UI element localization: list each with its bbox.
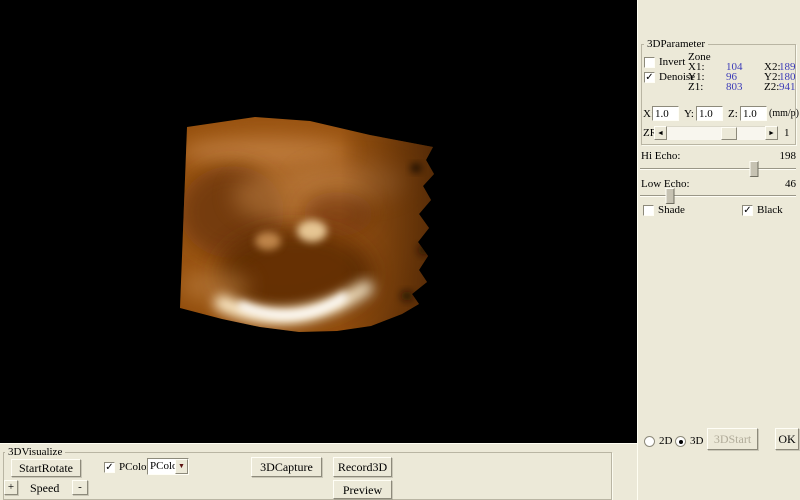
low-echo-track[interactable] (640, 195, 796, 197)
scroll-right-icon[interactable]: ► (765, 126, 778, 140)
scale-x-input[interactable] (652, 106, 679, 121)
start3d-button[interactable]: 3DStart (707, 428, 758, 450)
preview-button[interactable]: Preview (333, 480, 392, 499)
zrate-track[interactable] (667, 126, 765, 140)
pcolor-dropdown-value: PColor (150, 460, 175, 472)
3d-viewport[interactable] (0, 0, 637, 443)
ok-button[interactable]: OK (775, 428, 799, 450)
speed-plus-button[interactable]: + (4, 480, 18, 495)
visualize-group-title: 3DVisualize (5, 446, 66, 458)
invert-checkbox (644, 56, 655, 68)
black-checkbox: ✓ (742, 204, 753, 216)
hi-echo-slider[interactable] (640, 161, 796, 177)
zrate-thumb[interactable] (720, 127, 737, 140)
zone-z2-value: 941 (779, 81, 796, 93)
zrate-value: 1 (784, 127, 790, 139)
speed-label: Speed (30, 481, 60, 495)
mode-3d-label: 3D (690, 435, 704, 447)
parameter-group-title: 3DParameter (644, 38, 709, 50)
start-rotate-button[interactable]: StartRotate (11, 459, 81, 477)
denoise-checkbox: ✓ (644, 71, 655, 83)
pcolor-dropdown[interactable]: PColor ▼ (147, 458, 189, 475)
dropdown-arrow-icon[interactable]: ▼ (175, 459, 188, 474)
radio-3d (675, 435, 686, 447)
scale-z-label: Z: (728, 108, 738, 120)
scale-y-input[interactable] (696, 106, 723, 121)
zrate-scrollbar[interactable]: ◄ ► (654, 126, 778, 140)
radio-3d-dot (679, 439, 683, 444)
invert-checkbox-row[interactable]: Invert (644, 56, 685, 68)
pcolor-label: PColor (119, 461, 151, 473)
zone-z2-label: Z2: (764, 81, 780, 93)
invert-label: Invert (659, 56, 686, 68)
hi-echo-track[interactable] (640, 168, 796, 170)
scale-y-label: Y: (684, 108, 694, 120)
speed-minus-button[interactable]: - (72, 480, 88, 495)
app-window: 3DParameter Invert ✓ Denoise Zone X1: 10… (0, 0, 800, 500)
black-label: Black (757, 204, 783, 216)
capture-3d-button[interactable]: 3DCapture (251, 457, 322, 477)
record-3d-button[interactable]: Record3D (333, 457, 392, 477)
hi-echo-thumb[interactable] (749, 161, 759, 177)
visualize-panel: 3DVisualize StartRotate + Speed - ✓ PCol… (0, 443, 637, 500)
parameter-panel: 3DParameter Invert ✓ Denoise Zone X1: 10… (637, 0, 800, 500)
radio-2d (644, 435, 655, 447)
shade-checkbox (643, 204, 654, 216)
mode-2d-radio[interactable]: 2D (644, 435, 672, 447)
mode-3d-radio[interactable]: 3D (675, 435, 703, 447)
shade-checkbox-row[interactable]: Shade (643, 204, 685, 216)
zone-z1-value: 803 (726, 81, 743, 93)
shade-label: Shade (658, 204, 685, 216)
scale-z-input[interactable] (740, 106, 767, 121)
low-echo-slider[interactable] (640, 188, 796, 204)
low-echo-thumb[interactable] (665, 188, 675, 204)
zone-z1-label: Z1: (688, 81, 704, 93)
scale-unit-label: (mm/p) (769, 108, 799, 119)
ultrasound-volume-render (180, 117, 434, 332)
pcolor-checkbox: ✓ (104, 461, 115, 473)
pcolor-checkbox-row[interactable]: ✓ PColor (104, 461, 150, 473)
scroll-left-icon[interactable]: ◄ (654, 126, 667, 140)
mode-2d-label: 2D (659, 435, 673, 447)
black-checkbox-row[interactable]: ✓ Black (742, 204, 783, 216)
